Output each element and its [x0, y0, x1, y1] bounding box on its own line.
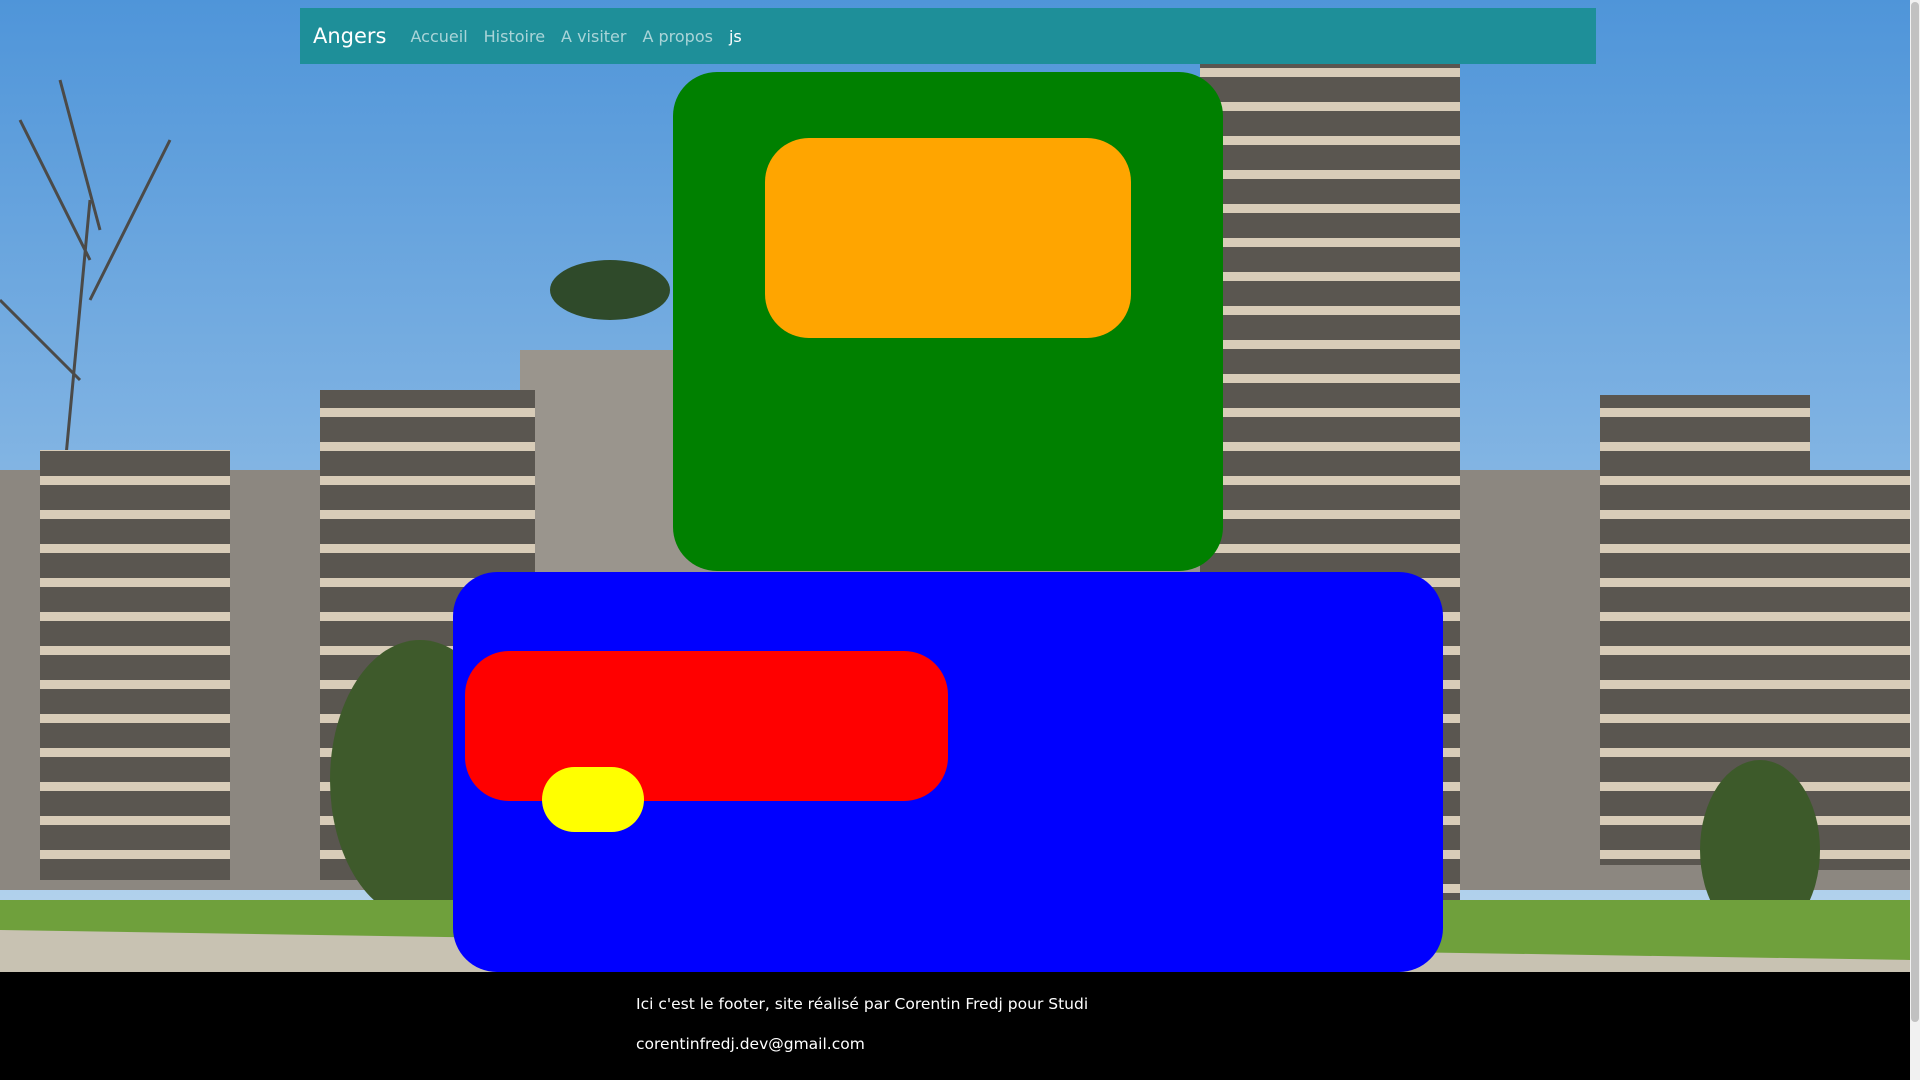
orange-box — [765, 138, 1131, 338]
vertical-scrollbar[interactable] — [1910, 0, 1920, 1080]
footer-email[interactable]: corentinfredj.dev@gmail.com — [636, 1035, 865, 1053]
footer-credit-text: Ici c'est le footer, site réalisé par Co… — [636, 995, 1089, 1013]
nav-link-a-visiter[interactable]: A visiter — [561, 27, 626, 46]
red-box — [465, 651, 948, 801]
yellow-box — [542, 767, 644, 832]
nav-link-a-propos[interactable]: A propos — [642, 27, 712, 46]
nav-link-accueil[interactable]: Accueil — [411, 27, 468, 46]
navbar: Angers Accueil Histoire A visiter A prop… — [300, 8, 1596, 64]
scrollbar-thumb[interactable] — [1911, 2, 1919, 1022]
nav-link-js[interactable]: js — [729, 27, 742, 46]
footer: Ici c'est le footer, site réalisé par Co… — [0, 972, 1910, 1080]
brand-link[interactable]: Angers — [313, 24, 387, 48]
nav-link-histoire[interactable]: Histoire — [484, 27, 545, 46]
